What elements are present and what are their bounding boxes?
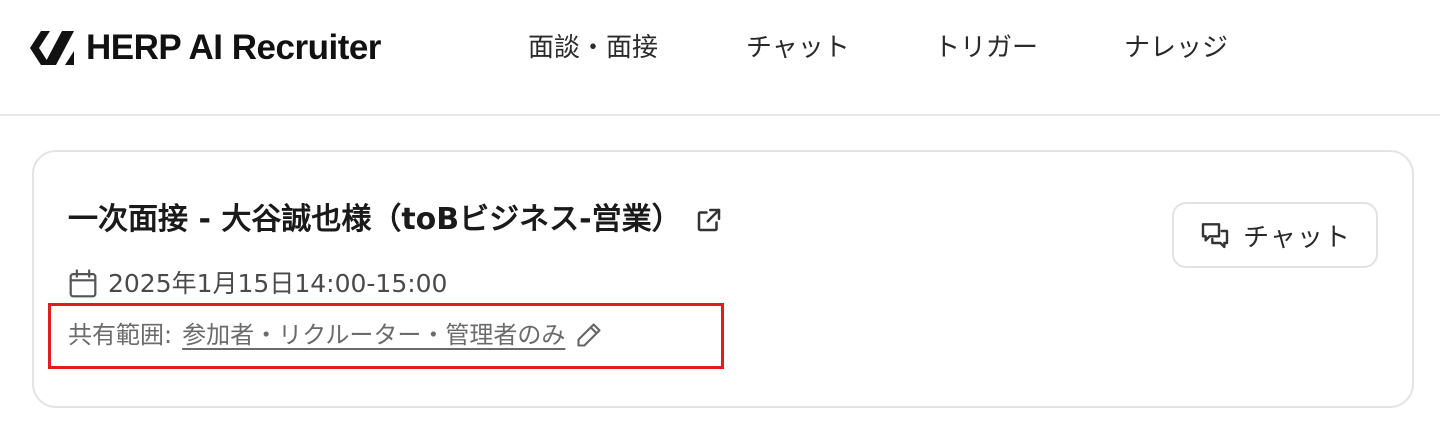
chat-button[interactable]: チャット	[1172, 202, 1378, 268]
meeting-card: 一次面接 - 大谷誠也様（toBビジネス-営業） チャット 2025年1月15日…	[32, 150, 1414, 408]
nav-item-meetings[interactable]: 面談・面接	[528, 30, 658, 66]
meeting-title-row: 一次面接 - 大谷誠也様（toBビジネス-営業）	[68, 200, 724, 240]
app-header: HERP AI Recruiter 面談・面接 チャット トリガー ナレッジ	[0, 0, 1440, 116]
nav-item-knowledge[interactable]: ナレッジ	[1124, 30, 1228, 66]
chat-button-label: チャット	[1243, 222, 1351, 253]
brand-logo[interactable]: HERP AI Recruiter	[28, 27, 381, 69]
share-scope-link[interactable]: 参加者・リクルーター・管理者のみ	[182, 318, 565, 352]
meeting-title: 一次面接 - 大谷誠也様（toBビジネス-営業）	[68, 202, 682, 237]
meeting-datetime: 2025年1月15日14:00-15:00	[108, 269, 448, 298]
chat-bubbles-icon	[1201, 223, 1229, 249]
brand-name: HERP AI Recruiter	[86, 28, 381, 67]
herp-logo-icon	[30, 31, 74, 65]
pencil-icon[interactable]	[575, 321, 603, 349]
nav-item-triggers[interactable]: トリガー	[934, 30, 1038, 66]
calendar-icon	[69, 269, 97, 298]
meeting-datetime-row: 2025年1月15日14:00-15:00	[68, 266, 447, 302]
share-scope-row: 共有範囲: 参加者・リクルーター・管理者のみ	[68, 318, 603, 352]
external-link-icon[interactable]	[694, 205, 724, 235]
nav-item-chat[interactable]: チャット	[746, 30, 850, 66]
share-scope-label: 共有範囲:	[68, 321, 173, 349]
